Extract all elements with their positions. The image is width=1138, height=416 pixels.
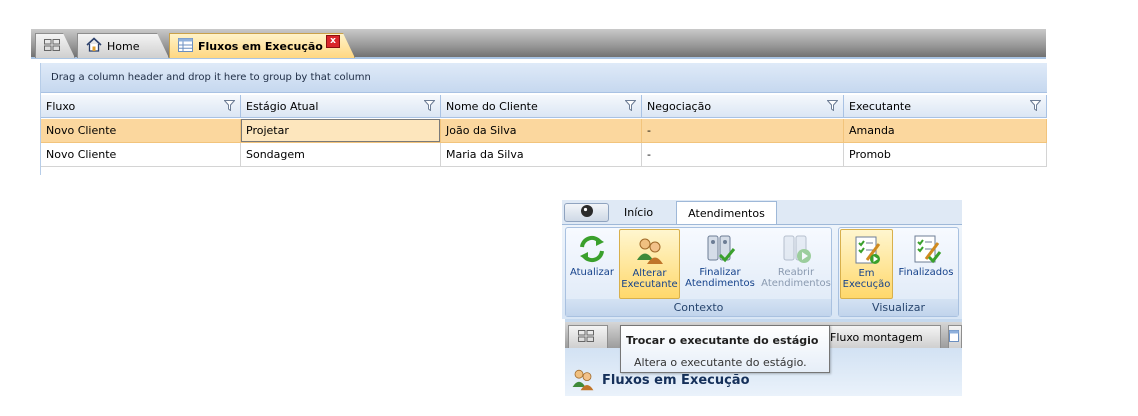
app-orb-icon: [580, 204, 594, 221]
column-header-nome-do-cliente[interactable]: Nome do Cliente: [441, 95, 642, 118]
cell-negociacao[interactable]: -: [642, 119, 844, 143]
grid-header: Fluxo Estágio Atual Nome do Cliente Nego…: [41, 95, 1047, 118]
column-header-executante[interactable]: Executante: [844, 95, 1047, 118]
checklist-icon: [851, 234, 883, 266]
checklist-done-icon: [910, 233, 942, 265]
users-icon: [634, 234, 666, 266]
refresh-icon: [576, 233, 608, 265]
group-caption-contexto: Contexto: [566, 299, 831, 316]
tooltip-description: Altera o executante do estágio.: [634, 356, 807, 369]
data-grid: Drag a column header and drop it here to…: [40, 63, 1047, 175]
atualizar-label: Atualizar: [569, 267, 615, 278]
column-header-label: Negociação: [647, 99, 712, 113]
reabrir-atendimentos-label: Reabrir Atendimentos: [761, 267, 831, 289]
cell-nome-do-cliente[interactable]: João da Silva: [441, 119, 642, 143]
column-header-fluxo[interactable]: Fluxo: [41, 95, 241, 118]
inner-title-text: Fluxos em Execução: [602, 373, 750, 388]
grid-icon: [578, 329, 594, 345]
alterar-executante-label: Alterar Executante: [621, 268, 678, 290]
ribbon-tab-inicio[interactable]: Início: [624, 201, 664, 224]
column-header-label: Estágio Atual: [246, 99, 319, 113]
table-row[interactable]: Novo Cliente Projetar João da Silva - Am…: [41, 119, 1047, 143]
inner-tab-partial[interactable]: [948, 325, 962, 348]
cell-executante[interactable]: Amanda: [844, 119, 1047, 143]
ribbon-panel: Início Atendimentos Atualizar Alterar Ex…: [562, 200, 962, 396]
table-row[interactable]: Novo Cliente Sondagem Maria da Silva - P…: [41, 143, 1047, 167]
table-icon: [178, 38, 193, 55]
filter-icon[interactable]: [624, 100, 637, 114]
tooltip-title: Trocar o executante do estágio: [626, 334, 819, 347]
reabrir-atendimentos-button[interactable]: Reabrir Atendimentos: [760, 229, 832, 299]
cell-estagio-atual[interactable]: Projetar: [241, 119, 441, 143]
cell-nome-do-cliente[interactable]: Maria da Silva: [441, 143, 642, 167]
tab-fluxos-em-execucao[interactable]: Fluxos em Execução x: [169, 33, 355, 58]
cell-estagio-atual[interactable]: Sondagem: [241, 143, 441, 167]
tab-grid[interactable]: [35, 33, 75, 58]
column-header-estagio-atual[interactable]: Estágio Atual: [241, 95, 441, 118]
cell-fluxo[interactable]: Novo Cliente: [41, 143, 241, 167]
cell-negociacao[interactable]: -: [642, 143, 844, 167]
close-icon[interactable]: x: [326, 35, 340, 48]
cell-executante[interactable]: Promob: [844, 143, 1047, 167]
ribbon-body: Atualizar Alterar Executante Finalizar A…: [562, 225, 962, 319]
column-header-negociacao[interactable]: Negociação: [642, 95, 844, 118]
group-by-panel[interactable]: Drag a column header and drop it here to…: [41, 63, 1047, 93]
document-tabstrip: Home Fluxos em Execução x: [31, 29, 1046, 59]
alterar-executante-button[interactable]: Alterar Executante: [619, 229, 680, 299]
group-caption-visualizar: Visualizar: [839, 299, 958, 316]
atualizar-button[interactable]: Atualizar: [566, 229, 618, 299]
tab-home[interactable]: Home: [77, 33, 169, 58]
filter-icon[interactable]: [423, 100, 436, 114]
ribbon-group-visualizar: Em Execução Finalizados Visualizar: [838, 227, 959, 317]
column-header-label: Fluxo: [46, 99, 76, 113]
finalizar-atendimentos-label: Finalizar Atendimentos: [685, 267, 755, 289]
column-header-label: Executante: [849, 99, 912, 113]
ribbon-tab-atendimentos[interactable]: Atendimentos: [676, 201, 777, 224]
filter-icon[interactable]: [223, 100, 236, 114]
filter-icon[interactable]: [826, 100, 839, 114]
tab-fluxos-label: Fluxos em Execução: [198, 39, 323, 53]
table-icon: [949, 329, 959, 345]
inner-tab-label: Fluxo montagem: [830, 330, 923, 344]
em-execucao-label: Em Execução: [842, 268, 891, 290]
tab-home-label: Home: [107, 39, 140, 53]
finalizar-atendimentos-button[interactable]: Finalizar Atendimentos: [682, 229, 758, 299]
home-icon: [86, 37, 102, 55]
grid-icon: [44, 39, 60, 54]
reopen-icon: [780, 233, 812, 265]
em-execucao-button[interactable]: Em Execução: [840, 229, 893, 299]
users-icon: [570, 367, 596, 394]
tabbed-document-panel: Home Fluxos em Execução x Drag a column …: [31, 29, 1047, 175]
finalizados-label: Finalizados: [898, 267, 954, 278]
application-menu-button[interactable]: [564, 203, 609, 222]
cell-fluxo[interactable]: Novo Cliente: [41, 119, 241, 143]
ribbon-tabstrip: Início Atendimentos: [562, 200, 962, 225]
tooltip: Trocar o executante do estágio Altera o …: [620, 325, 830, 373]
finalize-icon: [704, 233, 736, 265]
column-header-label: Nome do Cliente: [446, 99, 538, 113]
group-hint-text: Drag a column header and drop it here to…: [51, 72, 371, 83]
ribbon-group-contexto: Atualizar Alterar Executante Finalizar A…: [565, 227, 832, 317]
inner-tab-grid[interactable]: [568, 325, 608, 348]
filter-icon[interactable]: [1029, 100, 1042, 114]
finalizados-button[interactable]: Finalizados: [895, 229, 957, 299]
